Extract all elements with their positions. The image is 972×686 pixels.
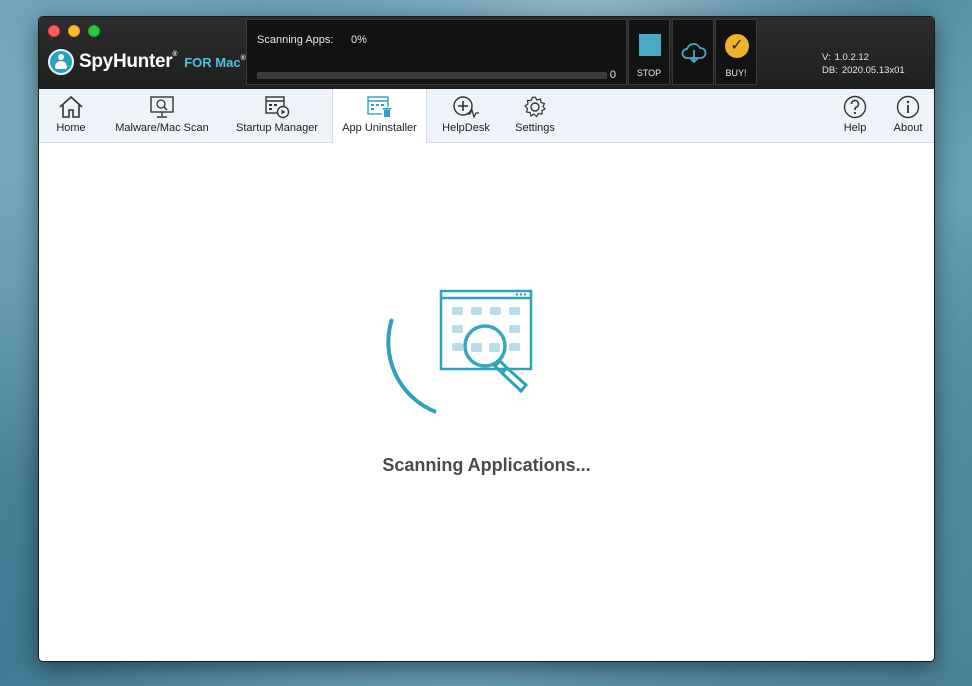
- stop-button[interactable]: STOP: [628, 19, 670, 85]
- stop-label: STOP: [636, 68, 662, 78]
- db-value: 2020.05.13x01: [841, 65, 905, 76]
- scan-count: 0: [609, 69, 616, 81]
- checkmark-icon: ✓: [725, 34, 749, 58]
- gear-icon: [524, 96, 546, 118]
- stop-icon: [639, 34, 661, 56]
- help-button[interactable]: Help: [834, 89, 876, 143]
- cloud-download-icon: [681, 43, 707, 64]
- buy-label: BUY!: [725, 68, 747, 78]
- window-controls: [48, 25, 100, 37]
- spinner-arc: [386, 318, 437, 414]
- tab-startup-manager-label: Startup Manager: [236, 122, 318, 134]
- help-icon: [843, 95, 867, 119]
- minimize-window-button[interactable]: [68, 25, 80, 37]
- scan-progress-bar: [257, 72, 607, 79]
- tab-startup-manager[interactable]: Startup Manager: [227, 89, 327, 143]
- tab-home[interactable]: Home: [45, 89, 97, 143]
- main-toolbar: Home Malware/Mac Scan Startup Manager Ap…: [39, 89, 934, 144]
- title-bar: SpyHunter® FOR Mac® Scanning Apps: 0% 0 …: [39, 17, 934, 89]
- main-content: Scanning Applications...: [39, 143, 934, 661]
- startup-manager-icon: [265, 96, 290, 119]
- tab-helpdesk[interactable]: HelpDesk: [435, 89, 497, 143]
- buy-button[interactable]: ✓ BUY!: [715, 19, 757, 85]
- app-platform: FOR Mac®: [184, 54, 246, 70]
- helpdesk-icon: [453, 96, 479, 119]
- version-info: V: 1.0.2.12 DB: 2020.05.13x01: [822, 51, 909, 77]
- scan-status-message: Scanning Applications...: [382, 455, 591, 475]
- version-value: 1.0.2.12: [834, 52, 869, 63]
- tab-malware-scan-label: Malware/Mac Scan: [115, 122, 209, 134]
- version-label: V:: [822, 52, 831, 63]
- db-label: DB:: [822, 65, 838, 76]
- tab-settings[interactable]: Settings: [507, 89, 563, 143]
- tab-app-uninstaller-label: App Uninstaller: [342, 122, 417, 134]
- maximize-window-button[interactable]: [88, 25, 100, 37]
- home-icon: [59, 95, 83, 118]
- close-window-button[interactable]: [48, 25, 60, 37]
- app-name: SpyHunter®: [79, 51, 178, 72]
- app-window-icon: [439, 289, 533, 394]
- about-label: About: [893, 122, 923, 134]
- help-label: Help: [843, 122, 867, 134]
- spyhunter-logo-icon: [48, 49, 74, 75]
- app-uninstaller-icon: [366, 96, 392, 117]
- tab-app-uninstaller[interactable]: App Uninstaller: [332, 89, 427, 144]
- app-logo: SpyHunter® FOR Mac®: [48, 49, 246, 75]
- tab-malware-scan[interactable]: Malware/Mac Scan: [109, 89, 215, 143]
- scanning-apps-illustration: [386, 289, 533, 414]
- tab-helpdesk-label: HelpDesk: [442, 122, 490, 134]
- tab-settings-label: Settings: [515, 122, 555, 134]
- app-window: SpyHunter® FOR Mac® Scanning Apps: 0% 0 …: [38, 16, 935, 662]
- monitor-scan-icon: [150, 96, 174, 118]
- scan-status-panel: Scanning Apps: 0% 0: [246, 19, 627, 85]
- about-button[interactable]: About: [885, 89, 931, 143]
- scan-percent: 0%: [351, 34, 367, 46]
- update-button[interactable]: [672, 19, 714, 85]
- scan-label: Scanning Apps:: [257, 34, 334, 46]
- tab-home-label: Home: [56, 122, 86, 134]
- info-icon: [896, 95, 920, 119]
